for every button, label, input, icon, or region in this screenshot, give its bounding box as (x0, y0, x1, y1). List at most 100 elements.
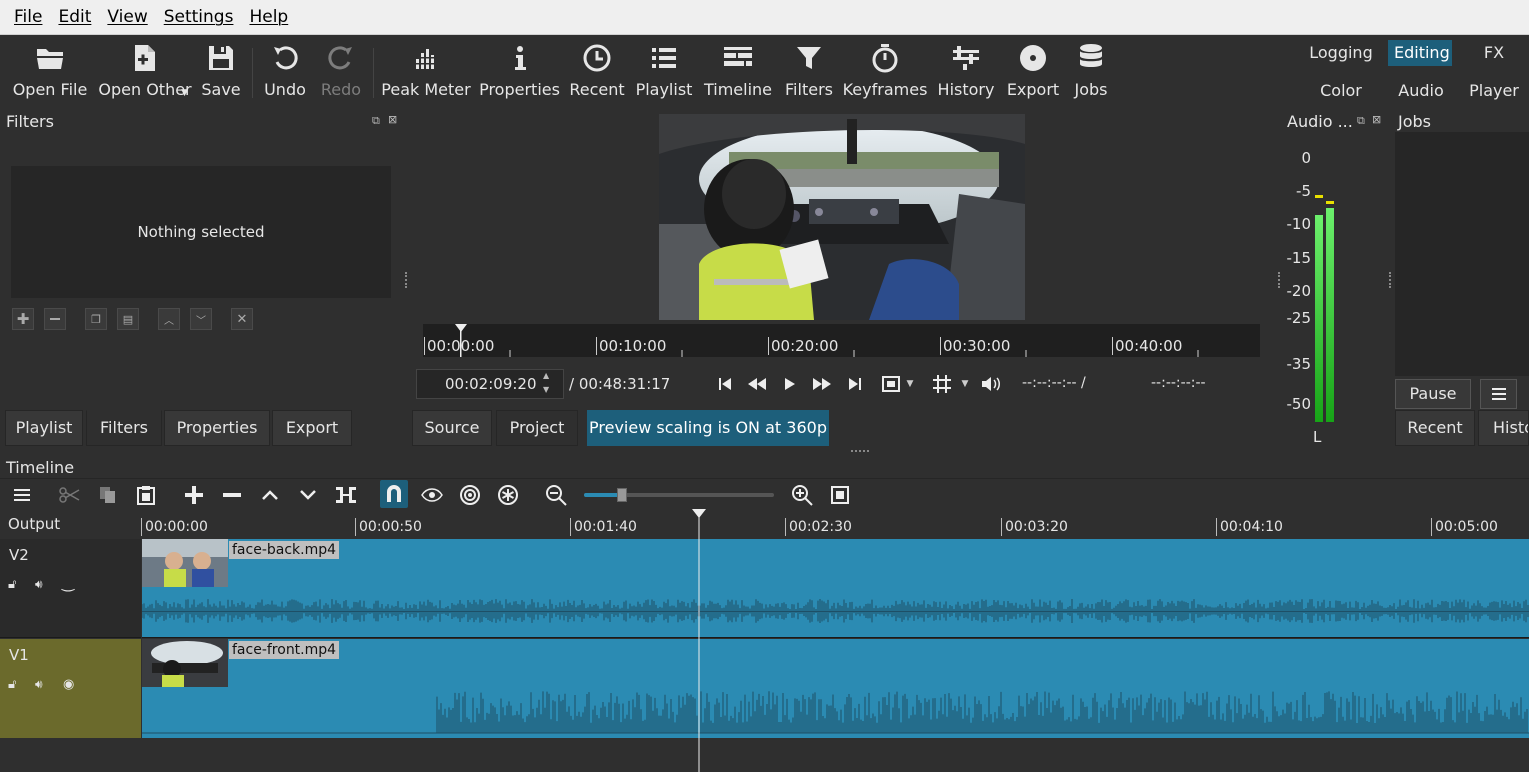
remove-button[interactable] (220, 483, 244, 507)
export-button[interactable]: Export (1007, 38, 1059, 104)
zoom-fit-button[interactable] (828, 483, 852, 507)
tab-project[interactable]: Project (496, 410, 578, 446)
deselect-filter-button[interactable]: ✕ (231, 308, 253, 330)
menu-file[interactable]: File (6, 7, 50, 27)
open-other-button[interactable]: Open Other ▼ (98, 38, 192, 104)
recent-button[interactable]: Recent (569, 38, 625, 104)
undo-button[interactable]: Undo (263, 38, 307, 104)
mute-icon[interactable]: 🔊︎ (35, 677, 43, 692)
tab-filters[interactable]: Filters (86, 410, 162, 446)
history-button[interactable]: History (938, 38, 994, 104)
layout-logging-button[interactable]: Logging (1308, 40, 1374, 66)
tab-history[interactable]: Histo (1478, 410, 1529, 446)
filters-panel-title: Filters (6, 112, 54, 131)
spin-down-icon[interactable]: ▼ (543, 385, 549, 394)
copy-filter-button[interactable]: ❐ (85, 308, 107, 330)
menu-edit[interactable]: Edit (50, 7, 99, 27)
remove-filter-button[interactable] (44, 308, 66, 330)
zoom-in-button[interactable] (790, 483, 814, 507)
track-header-v1[interactable]: V1 🔓︎ 🔊︎ ◉ (0, 639, 141, 738)
preview-scaling-notice[interactable]: Preview scaling is ON at 360p (587, 410, 829, 446)
peak-meter-button[interactable]: Peak Meter (381, 38, 471, 104)
skip-previous-button[interactable] (716, 374, 734, 394)
lock-icon[interactable]: 🔓︎ (8, 677, 16, 692)
hide-icon[interactable]: ‿ (62, 574, 74, 592)
properties-button[interactable]: Properties (479, 38, 560, 104)
playlist-button[interactable]: Playlist (636, 38, 692, 104)
append-button[interactable] (182, 483, 206, 507)
close-icon[interactable]: ⊠ (388, 113, 397, 126)
lock-icon[interactable]: 🔓︎ (8, 577, 16, 592)
zoom-slider-handle[interactable] (617, 488, 627, 502)
menu-help[interactable]: Help (241, 7, 296, 27)
timeline-button[interactable]: Timeline (704, 38, 772, 104)
split-button[interactable] (334, 483, 358, 507)
open-file-button[interactable]: Open File (13, 38, 87, 104)
filters-list[interactable]: Nothing selected (11, 166, 391, 298)
position-spinbox[interactable]: 00:02:09:20 ▲ ▼ (416, 369, 564, 399)
copy-button[interactable] (96, 483, 120, 507)
skip-next-button[interactable] (846, 374, 864, 394)
menu-settings[interactable]: Settings (156, 7, 242, 27)
snap-button[interactable] (380, 480, 408, 508)
jobs-button[interactable]: Jobs (1071, 38, 1111, 104)
eye-icon[interactable]: ◉ (63, 677, 74, 692)
clip-face-back[interactable]: face-back.mp4 (142, 539, 1529, 638)
ripple-all-tracks-button[interactable] (496, 483, 520, 507)
jobs-panel-title: Jobs (1398, 112, 1431, 131)
layout-color-button[interactable]: Color (1316, 78, 1366, 104)
tab-source[interactable]: Source (412, 410, 492, 446)
splitter-handle[interactable] (851, 450, 869, 453)
overwrite-button[interactable] (296, 483, 320, 507)
splitter-handle[interactable] (1278, 272, 1281, 288)
spin-up-icon[interactable]: ▲ (543, 371, 549, 380)
ripple-button[interactable] (458, 483, 482, 507)
grid-button[interactable]: ▼ (928, 374, 972, 394)
keyframes-button[interactable]: Keyframes (843, 38, 927, 104)
play-button[interactable] (781, 374, 799, 394)
pause-jobs-button[interactable]: Pause (1395, 379, 1471, 409)
filters-button[interactable]: Filters (785, 38, 833, 104)
paste-filter-button[interactable]: ▤ (117, 308, 139, 330)
tab-export[interactable]: Export (272, 410, 352, 446)
add-filter-button[interactable]: ✚ (12, 308, 34, 330)
scrub-button[interactable] (420, 483, 444, 507)
layout-player-button[interactable]: Player (1468, 78, 1520, 104)
splitter-handle[interactable] (405, 272, 408, 288)
rewind-button[interactable] (746, 374, 768, 394)
move-filter-up-button[interactable]: ︿ (158, 308, 180, 330)
float-icon[interactable]: ⧉ (372, 114, 380, 128)
fast-forward-button[interactable] (811, 374, 833, 394)
mute-icon[interactable]: 🔊︎ (35, 577, 43, 592)
move-filter-down-button[interactable]: ﹀ (190, 308, 212, 330)
tab-recent[interactable]: Recent (1395, 410, 1475, 446)
timeline-menu-button[interactable] (10, 483, 34, 507)
volume-button[interactable] (980, 374, 1004, 394)
tab-properties[interactable]: Properties (164, 410, 270, 446)
layout-fx-button[interactable]: FX (1478, 40, 1510, 66)
close-icon[interactable]: ⊠ (1372, 113, 1381, 126)
zoom-out-button[interactable] (544, 483, 568, 507)
jobs-list[interactable] (1395, 132, 1529, 376)
layout-audio-button[interactable]: Audio (1396, 78, 1446, 104)
timeline-playhead[interactable] (691, 509, 707, 772)
player-scrubber[interactable]: 00:00:00 00:10:00 00:20:00 00:30:00 00:4… (423, 324, 1260, 357)
clip-face-front[interactable]: face-front.mp4 (142, 639, 1529, 738)
save-button[interactable]: Save (200, 38, 242, 104)
menu-view[interactable]: View (99, 7, 155, 27)
in-point-label: --:--:--:-- / (1022, 375, 1086, 391)
zoom-button[interactable]: ▼ (877, 374, 917, 394)
video-preview[interactable] (659, 114, 1025, 320)
splitter-handle[interactable] (1389, 272, 1392, 288)
cut-button[interactable] (58, 483, 82, 507)
player-playhead[interactable] (454, 324, 468, 357)
redo-button[interactable]: Redo (320, 38, 362, 104)
paste-button[interactable] (134, 483, 158, 507)
lift-button[interactable] (258, 483, 282, 507)
float-icon[interactable]: ⧉ (1357, 114, 1365, 128)
tab-playlist[interactable]: Playlist (5, 410, 83, 446)
timeline-ruler[interactable] (0, 512, 1529, 539)
track-header-v2[interactable]: V2 🔓︎ 🔊︎ ‿ (0, 539, 141, 638)
jobs-menu-button[interactable] (1480, 379, 1517, 409)
layout-editing-button[interactable]: Editing (1388, 40, 1452, 66)
